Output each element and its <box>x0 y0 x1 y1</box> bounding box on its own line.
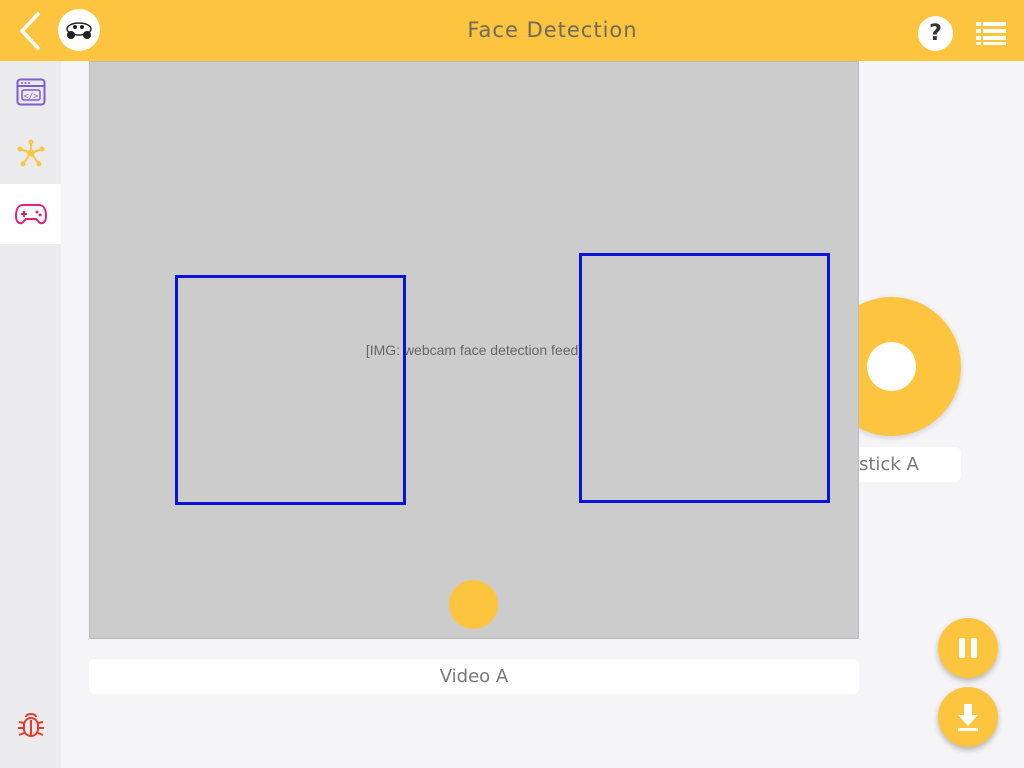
sidebar-item-controller[interactable] <box>0 184 61 244</box>
code-window-icon: </> <box>16 78 45 106</box>
face-detection-box <box>175 275 406 505</box>
video-label: Video A <box>89 659 859 694</box>
menu-list-button[interactable] <box>976 20 1006 46</box>
download-button[interactable] <box>938 687 998 747</box>
pause-icon <box>959 638 977 658</box>
top-bar: Face Detection ? <box>0 0 1024 61</box>
left-sidebar: </> <box>0 61 61 768</box>
list-icon <box>976 22 1006 45</box>
page-title: Face Detection <box>467 18 638 42</box>
sidebar-item-code-editor[interactable]: </> <box>0 62 61 122</box>
sidebar-item-debug[interactable] <box>0 695 61 755</box>
network-icon <box>17 139 44 167</box>
svg-text:</>: </> <box>23 92 38 101</box>
help-button[interactable]: ? <box>918 16 953 51</box>
sidebar-item-connections[interactable] <box>0 123 61 183</box>
face-detection-box <box>579 253 830 503</box>
gamepad-icon <box>14 204 47 225</box>
download-icon <box>958 704 978 731</box>
pause-button[interactable] <box>938 618 998 678</box>
joystick-knob[interactable] <box>867 342 916 391</box>
video-feed: [IMG: webcam face detection feed] <box>89 61 859 639</box>
video-slider-handle[interactable] <box>449 580 498 629</box>
bug-icon <box>17 713 44 737</box>
